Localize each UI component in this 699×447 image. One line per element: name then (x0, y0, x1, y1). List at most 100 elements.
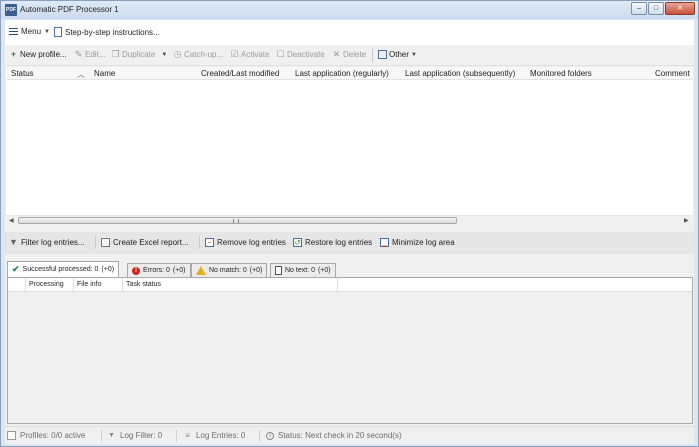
tab-errors[interactable]: ! Errors: 0 (+0) (127, 263, 191, 277)
column-icon[interactable] (8, 278, 26, 291)
restore-log-label: Restore log entries (305, 238, 373, 247)
tab-delta: (+0) (249, 267, 263, 274)
status-divider (101, 430, 102, 442)
tab-delta: (+0) (317, 267, 331, 274)
other-label: Other (389, 50, 410, 59)
checkmark-icon: ✔ (12, 264, 20, 274)
edit-label: Edit... (85, 50, 106, 59)
filter-log-label: Filter log entries... (21, 238, 85, 247)
deactivate-button[interactable]: ☐ Deactivate (276, 49, 325, 60)
column-comment[interactable]: Comment (655, 69, 690, 78)
scrollbar-thumb[interactable] (18, 217, 457, 224)
list-icon: ≡ (185, 431, 190, 440)
spreadsheet-icon (101, 238, 110, 247)
app-window: PDF Automatic PDF Processor 1 – □ ✕ Menu… (0, 0, 699, 447)
wrench-icon: ✎ (74, 49, 83, 59)
column-monitored-folders[interactable]: Monitored folders (530, 69, 592, 78)
grip-icon (233, 219, 239, 223)
tab-label: No text: 0 (285, 267, 315, 274)
filter-icon: ▼ (9, 237, 18, 247)
status-divider (176, 430, 177, 442)
profiles-table-body[interactable] (6, 80, 693, 215)
tab-label: No match: 0 (209, 267, 247, 274)
tab-successful[interactable]: ✔ Successful processed: 0 (+0) (7, 261, 120, 277)
instructions-label: Step-by-step instructions... (65, 27, 160, 37)
tab-label: Errors: 0 (143, 267, 170, 274)
filter-log-button[interactable]: ▼ Filter log entries... (9, 237, 85, 248)
delete-label: Delete (343, 50, 367, 59)
scroll-right-icon[interactable]: ▶ (684, 217, 689, 224)
client-area: Menu ▼ Step-by-step instructions... + Ne… (5, 20, 694, 444)
hamburger-icon (9, 28, 18, 35)
minimize-area-icon: ▁ (380, 238, 389, 247)
toolbar-divider (372, 49, 373, 62)
column-task-status[interactable]: Task status (123, 278, 338, 291)
column-file-info[interactable]: File info (74, 278, 123, 291)
log-table-header: Processing File info Task status (8, 278, 692, 292)
info-icon: i (266, 431, 274, 440)
column-created[interactable]: Created/Last modified (201, 69, 279, 78)
scroll-left-icon[interactable]: ◀ (9, 217, 14, 224)
title-bar[interactable]: PDF Automatic PDF Processor 1 – □ ✕ (1, 1, 698, 19)
tab-delta: (+0) (101, 266, 115, 273)
delete-button[interactable]: ✕ Delete (332, 50, 367, 60)
duplicate-button[interactable]: ❐ Duplicate ▼ (111, 49, 168, 60)
column-name[interactable]: Name (94, 69, 115, 78)
tab-no-text[interactable]: No text: 0 (+0) (270, 263, 336, 277)
clock-icon: ◷ (173, 49, 182, 59)
catchup-button[interactable]: ◷ Catch-up... (173, 49, 224, 60)
status-next-check: i Status: Next check in 20 second(s) (266, 431, 402, 440)
activate-label: Activate (241, 50, 270, 59)
column-last-regular[interactable]: Last application (regularly) (295, 69, 389, 78)
profiles-table-header: Status ︿ Name Created/Last modified Last… (6, 67, 693, 80)
column-processing[interactable]: Processing (26, 278, 74, 291)
new-profile-button[interactable]: + New profile... (9, 49, 67, 60)
minimize-log-button[interactable]: ▁ Minimize log area (380, 238, 455, 247)
duplicate-label: Duplicate (122, 50, 156, 59)
column-status[interactable]: Status (11, 69, 34, 78)
instructions-button[interactable]: Step-by-step instructions... (54, 27, 160, 37)
menu-button[interactable]: Menu ▼ (9, 27, 50, 36)
error-icon: ! (132, 266, 140, 275)
new-profile-label: New profile... (20, 50, 67, 59)
log-panel[interactable]: Processing File info Task status (7, 277, 693, 424)
excel-report-button[interactable]: Create Excel report... (101, 238, 189, 247)
activate-button[interactable]: ☑ Activate (230, 49, 270, 60)
remove-log-label: Remove log entries (217, 238, 286, 247)
app-pdf-icon: PDF (5, 4, 17, 16)
checkbox-empty-icon: ☐ (276, 49, 285, 59)
deactivate-label: Deactivate (287, 50, 325, 59)
tab-label: Successful processed: 0 (22, 266, 99, 273)
status-log-entries: ≡ Log Entries: 0 (183, 431, 245, 440)
horizontal-scrollbar[interactable]: ◀ ▶ (6, 215, 693, 225)
copy-icon: ❐ (111, 49, 120, 59)
chevron-down-icon: ▼ (411, 51, 417, 58)
profile-icon (7, 431, 16, 440)
maximize-button[interactable]: □ (648, 2, 664, 15)
remove-log-button[interactable]: − Remove log entries (205, 238, 286, 247)
page-icon (275, 266, 282, 275)
tab-no-match[interactable]: No match: 0 (+0) (191, 263, 268, 277)
plus-icon: + (10, 49, 17, 59)
log-tabs: ✔ Successful processed: 0 (+0) ! Errors:… (5, 261, 694, 277)
warning-icon (196, 266, 206, 275)
document-search-icon (54, 27, 62, 37)
profile-toolbar: + New profile... ✎ Edit... ❐ Duplicate ▼… (5, 45, 694, 66)
toolbar-divider (199, 236, 200, 249)
chevron-down-icon: ▼ (161, 51, 168, 58)
window-title: Automatic PDF Processor 1 (20, 5, 119, 14)
minimize-button[interactable]: – (631, 2, 647, 15)
sort-ascending-icon: ︿ (77, 70, 85, 79)
minimize-log-label: Minimize log area (392, 238, 455, 247)
column-last-subsequent[interactable]: Last application (subsequently) (405, 69, 515, 78)
log-toolbar: ▼ Filter log entries... Create Excel rep… (5, 232, 694, 254)
restore-log-button[interactable]: ↺ Restore log entries (293, 238, 372, 247)
menu-label: Menu (21, 27, 42, 36)
edit-button[interactable]: ✎ Edit... (74, 49, 106, 60)
status-next-check-text: Status: Next check in 20 second(s) (278, 431, 402, 440)
checkbox-checked-icon: ☑ (230, 49, 239, 59)
filter-icon: ▼ (108, 432, 115, 439)
other-button[interactable]: Other ▼ (378, 50, 417, 59)
tab-delta: (+0) (172, 267, 186, 274)
close-button[interactable]: ✕ (665, 2, 695, 15)
